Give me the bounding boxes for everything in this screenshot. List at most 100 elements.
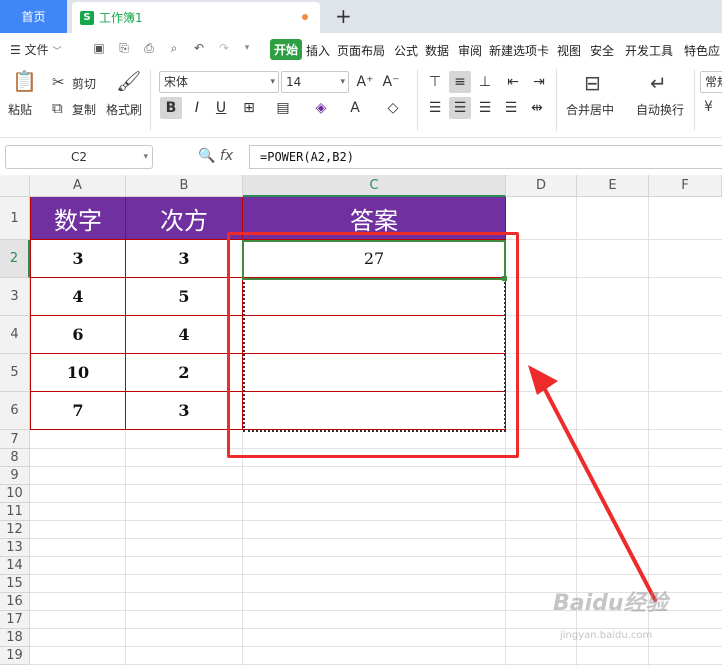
row-header-10[interactable]: 10 — [0, 485, 30, 503]
font-color-icon[interactable]: A — [344, 97, 366, 119]
cell-a6[interactable]: 7 — [30, 392, 126, 430]
paste-button[interactable]: 粘贴 — [8, 101, 32, 118]
row-header-12[interactable]: 12 — [0, 521, 30, 539]
file-menu[interactable]: ☰ 文件 ﹀ — [10, 41, 61, 58]
underline-icon[interactable]: U — [210, 97, 232, 119]
paste-icon[interactable]: 📋 — [12, 69, 37, 93]
format-painter-button[interactable]: 格式刷 — [106, 101, 142, 118]
menu-review[interactable]: 审阅 — [458, 42, 482, 59]
cell-b5[interactable]: 2 — [126, 354, 243, 392]
new-tab-button[interactable]: + — [335, 4, 352, 28]
cell-b6[interactable]: 3 — [126, 392, 243, 430]
menu-developer[interactable]: 开发工具 — [625, 42, 673, 59]
row-header-4[interactable]: 4 — [0, 316, 30, 354]
row-header-17[interactable]: 17 — [0, 611, 30, 629]
column-header-d[interactable]: D — [506, 175, 577, 197]
gridline — [30, 574, 722, 575]
cell-style-icon[interactable]: ▤ — [272, 97, 294, 119]
row-header-9[interactable]: 9 — [0, 467, 30, 485]
print-preview-icon[interactable]: ⌕ — [167, 41, 181, 55]
row-header-3[interactable]: 3 — [0, 278, 30, 316]
copy-button[interactable]: 复制 — [72, 101, 96, 118]
row-header-18[interactable]: 18 — [0, 629, 30, 647]
row-header-7[interactable]: 7 — [0, 430, 30, 449]
align-middle-icon[interactable]: ≡ — [449, 71, 471, 93]
number-format-select[interactable]: 常规 — [700, 71, 722, 93]
ribbon-divider — [417, 69, 418, 131]
decrease-font-icon[interactable]: A⁻ — [380, 71, 402, 93]
undo-icon[interactable]: ↶ — [192, 41, 206, 55]
menu-security[interactable]: 安全 — [590, 42, 614, 59]
font-size-select[interactable]: 14 ▾ — [281, 71, 349, 93]
bold-icon[interactable]: B — [160, 97, 182, 119]
distribute-icon[interactable]: ⇹ — [526, 97, 548, 119]
header-cell-power[interactable]: 次方 — [126, 197, 243, 240]
row-header-15[interactable]: 15 — [0, 575, 30, 593]
format-painter-icon[interactable]: 🖌 — [116, 69, 141, 93]
justify-icon[interactable]: ☰ — [500, 97, 522, 119]
cell-b2[interactable]: 3 — [126, 240, 243, 278]
wrap-text-button[interactable]: 自动换行 — [636, 101, 684, 118]
column-header-f[interactable]: F — [649, 175, 722, 197]
tab-workbook[interactable]: S 工作簿1 — [72, 2, 320, 33]
column-header-e[interactable]: E — [577, 175, 649, 197]
indent-increase-icon[interactable]: ⇥ — [528, 71, 550, 93]
italic-icon[interactable]: I — [186, 97, 208, 119]
align-center-icon[interactable]: ☰ — [449, 97, 471, 119]
cell-b3[interactable]: 5 — [126, 278, 243, 316]
menu-formulas[interactable]: 公式 — [394, 42, 418, 59]
cell-a3[interactable]: 4 — [30, 278, 126, 316]
row-header-19[interactable]: 19 — [0, 647, 30, 665]
cut-button[interactable]: 剪切 — [72, 75, 96, 92]
merge-center-button[interactable]: 合并居中 — [566, 101, 614, 118]
quick-access-dropdown-icon[interactable]: ▾ — [240, 41, 254, 55]
align-right-icon[interactable]: ☰ — [474, 97, 496, 119]
menu-features[interactable]: 特色应 — [684, 42, 720, 59]
row-header-8[interactable]: 8 — [0, 449, 30, 467]
fx-icon[interactable]: fx — [220, 148, 233, 164]
column-header-b[interactable]: B — [126, 175, 243, 197]
clear-format-icon[interactable]: ◇ — [382, 97, 404, 119]
align-bottom-icon[interactable]: ⊥ — [474, 71, 496, 93]
cell-a2[interactable]: 3 — [30, 240, 126, 278]
menu-new-tab[interactable]: 新建选项卡 — [489, 42, 549, 59]
currency-icon[interactable]: ¥ — [704, 99, 713, 115]
cell-a5[interactable]: 10 — [30, 354, 126, 392]
column-header-c[interactable]: C — [243, 175, 506, 197]
borders-icon[interactable]: ⊞ — [238, 97, 260, 119]
row-header-13[interactable]: 13 — [0, 539, 30, 557]
formula-input[interactable]: =POWER(A2,B2) — [249, 145, 722, 169]
row-header-5[interactable]: 5 — [0, 354, 30, 392]
row-header-14[interactable]: 14 — [0, 557, 30, 575]
row-header-2[interactable]: 2 — [0, 240, 30, 278]
row-header-1[interactable]: 1 — [0, 197, 30, 240]
indent-decrease-icon[interactable]: ⇤ — [502, 71, 524, 93]
row-header-11[interactable]: 11 — [0, 503, 30, 521]
fill-color-icon[interactable]: ◈ — [310, 97, 332, 119]
cell-b4[interactable]: 4 — [126, 316, 243, 354]
redo-icon[interactable]: ↷ — [217, 41, 231, 55]
zoom-icon[interactable]: 🔍 — [198, 148, 215, 164]
column-header-a[interactable]: A — [30, 175, 126, 197]
menu-insert[interactable]: 插入 — [306, 42, 330, 59]
menu-view[interactable]: 视图 — [557, 42, 581, 59]
menu-page-layout[interactable]: 页面布局 — [337, 42, 385, 59]
row-header-6[interactable]: 6 — [0, 392, 30, 430]
name-box[interactable]: C2 ▾ — [5, 145, 153, 169]
gridline — [30, 646, 722, 647]
menu-data[interactable]: 数据 — [425, 42, 449, 59]
align-top-icon[interactable]: ⊤ — [424, 71, 446, 93]
tab-home[interactable]: 首页 — [0, 0, 67, 33]
align-left-icon[interactable]: ☰ — [424, 97, 446, 119]
menu-home[interactable]: 开始 — [270, 39, 303, 60]
header-cell-number[interactable]: 数字 — [30, 197, 126, 240]
save-icon[interactable]: ▣ — [92, 41, 106, 55]
font-name-select[interactable]: 宋体 ▾ — [159, 71, 279, 93]
print-icon[interactable]: ⎙ — [142, 41, 156, 55]
cell-a4[interactable]: 6 — [30, 316, 126, 354]
spreadsheet-grid[interactable]: A B C D E F 1 2 3 4 5 6 7 8 9 10 11 12 1… — [0, 175, 722, 666]
row-header-16[interactable]: 16 — [0, 593, 30, 611]
export-icon[interactable]: ⎘ — [117, 41, 131, 55]
increase-font-icon[interactable]: A⁺ — [354, 71, 376, 93]
select-all-corner[interactable] — [0, 175, 30, 197]
